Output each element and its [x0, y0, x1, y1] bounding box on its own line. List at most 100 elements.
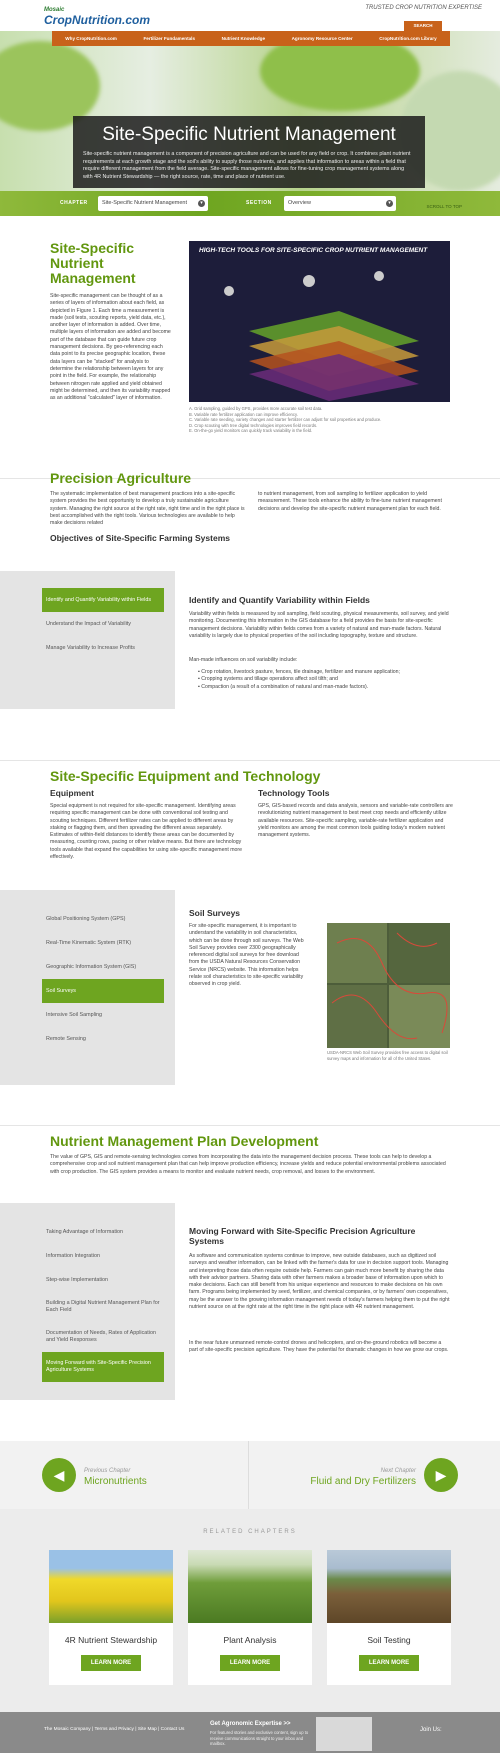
list-item-text: Compaction (a result of a combination of…: [201, 683, 369, 690]
related-card[interactable]: Plant Analysis LEARN MORE: [188, 1550, 312, 1685]
section-title: Precision Agriculture: [50, 470, 192, 486]
prev-chapter-link[interactable]: Micronutrients: [84, 1476, 147, 1487]
tab-moving-forward[interactable]: Moving Forward with Site-Specific Precis…: [42, 1352, 164, 1382]
hero-box: Site-Specific Nutrient Management Site-s…: [73, 116, 425, 188]
corn-image: [188, 1550, 312, 1623]
nav-item[interactable]: Agronomy Resource Center: [292, 36, 353, 41]
learn-more-button[interactable]: LEARN MORE: [220, 1655, 280, 1671]
panel-text: Variability within fields is measured by…: [189, 611, 449, 639]
tab-understand[interactable]: Understand the Impact of Variability: [42, 612, 164, 636]
tab-rtk[interactable]: Real-Time Kinematic System (RTK): [42, 931, 164, 955]
divider: [248, 1441, 249, 1509]
equipment-tabs: Global Positioning System (GPS) Real-Tim…: [0, 890, 175, 1085]
footer-links[interactable]: The Mosaic Company | Terms and Privacy |…: [44, 1727, 184, 1732]
panel-title: Moving Forward with Site-Specific Precis…: [189, 1226, 416, 1246]
caption-line: E. On-the-go yield monitors can quickly …: [189, 428, 313, 433]
learn-more-button[interactable]: LEARN MORE: [81, 1655, 141, 1671]
panel-text-2: In the near future unmanned remote-contr…: [189, 1340, 449, 1354]
section-value: Overview: [288, 200, 311, 206]
layers-illustration: [224, 271, 419, 401]
tab-documentation[interactable]: Documentation of Needs, Rates of Applica…: [42, 1322, 164, 1352]
chevron-down-icon: ▾: [198, 200, 205, 207]
objectives-tabs: Identify and Quantify Variability within…: [0, 571, 175, 709]
tab-identify[interactable]: Identify and Quantify Variability within…: [42, 588, 164, 612]
join-label: Join Us:: [420, 1727, 442, 1733]
list-item-text: Cropping systems and tillage operations …: [201, 676, 338, 683]
panel-text: As software and communication systems co…: [189, 1253, 450, 1311]
canola-image: [49, 1550, 173, 1623]
equipment-text: Special equipment is not required for si…: [50, 803, 243, 861]
soil-survey-map: [327, 923, 450, 1048]
hero-text: Site-specific nutrient management is a c…: [83, 151, 411, 180]
card-title: Plant Analysis: [223, 1635, 277, 1645]
related-title: RELATED CHAPTERS: [203, 1529, 297, 1535]
equipment-section: Site-Specific Equipment and Technology E…: [0, 743, 500, 1108]
chapter-select[interactable]: Site-Specific Nutrient Management ▾: [98, 196, 208, 211]
prev-arrow-icon[interactable]: ◀: [42, 1458, 76, 1492]
next-arrow-icon[interactable]: ▶: [424, 1458, 458, 1492]
nav-item[interactable]: Why CropNutrition.com: [65, 36, 117, 41]
next-label: Next Chapter: [380, 1468, 416, 1474]
learn-more-button[interactable]: LEARN MORE: [359, 1655, 419, 1671]
panel-title: Identify and Quantify Variability within…: [189, 595, 370, 605]
objectives-title: Objectives of Site-Specific Farming Syst…: [50, 533, 230, 543]
influence-list: ▪ Crop rotation, livestock pasture, fenc…: [198, 669, 452, 691]
related-chapters: RELATED CHAPTERS 4R Nutrient Stewardship…: [0, 1509, 500, 1712]
list-item: ▪ Compaction (a result of a combination …: [198, 683, 369, 690]
card-title: Soil Testing: [367, 1635, 411, 1645]
tab-digital-plan[interactable]: Building a Digital Nutrient Management P…: [42, 1292, 164, 1322]
tab-integration[interactable]: Information Integration: [42, 1244, 164, 1268]
tab-remote-sensing[interactable]: Remote Sensing: [42, 1027, 164, 1051]
related-card[interactable]: 4R Nutrient Stewardship LEARN MORE: [49, 1550, 173, 1685]
related-card[interactable]: Soil Testing LEARN MORE: [327, 1550, 451, 1685]
chapter-value: Site-Specific Nutrient Management: [102, 200, 187, 206]
tab-taking-advantage[interactable]: Taking Advantage of Information: [42, 1220, 164, 1244]
page-title: Site-Specific Nutrient Management: [102, 124, 396, 145]
list-item: ▪ Crop rotation, livestock pasture, fenc…: [198, 669, 400, 675]
nav-item[interactable]: CropNutrition.com Library: [379, 36, 436, 41]
prev-label: Previous Chapter: [84, 1468, 131, 1474]
logo[interactable]: Mosaic CropNutrition.com: [44, 7, 150, 27]
tagline: TRUSTED CROP NUTRITION EXPERTISE: [365, 5, 482, 11]
cta-link[interactable]: Get Agronomic Expertise >>: [210, 1721, 290, 1727]
card-title: 4R Nutrient Stewardship: [64, 1635, 158, 1645]
intro-text: Site-specific management can be thought …: [50, 293, 171, 402]
soil-image: [327, 1550, 451, 1623]
magazine-thumbnail: [316, 1717, 372, 1751]
list-item: ▪ Cropping systems and tillage operation…: [198, 676, 338, 683]
section-label: SECTION: [246, 200, 272, 206]
next-chapter-link[interactable]: Fluid and Dry Fertilizers: [310, 1476, 416, 1487]
panel-subtext: Man-made influences on soil variability …: [189, 657, 298, 663]
section-title: Site-Specific Nutrient Management: [50, 240, 136, 286]
panel-text: For site-specific management, it is impo…: [189, 923, 304, 988]
cta-text: For featured stories and exclusive conte…: [210, 1730, 309, 1746]
tab-stepwise[interactable]: Step-wise Implementation: [42, 1268, 164, 1292]
chapter-nav: ◀ Previous Chapter Micronutrients Next C…: [0, 1441, 500, 1509]
map-caption: USDA-NRCS Web Soil Survey provides free …: [327, 1050, 448, 1061]
plan-tabs: Taking Advantage of Information Informat…: [0, 1203, 175, 1400]
chapter-label: CHAPTER: [60, 200, 88, 206]
hero: Site-Specific Nutrient Management Site-s…: [0, 31, 500, 191]
figure-title: HIGH-TECH TOOLS FOR SITE-SPECIFIC CROP N…: [199, 247, 428, 254]
figure-1: HIGH-TECH TOOLS FOR SITE-SPECIFIC CROP N…: [189, 241, 450, 402]
section-select[interactable]: Overview ▾: [284, 196, 396, 211]
list-item-text: Crop rotation, livestock pasture, fences…: [201, 669, 400, 675]
panel-title: Soil Surveys: [189, 908, 241, 918]
footer: The Mosaic Company | Terms and Privacy |…: [0, 1712, 500, 1753]
tab-manage[interactable]: Manage Variability to Increase Profits: [42, 636, 164, 660]
scroll-to-top[interactable]: SCROLL TO TOP: [426, 204, 462, 209]
equipment-title: Equipment: [50, 788, 94, 798]
nav-item[interactable]: Fertilizer Fundamentals: [143, 36, 195, 41]
tab-soil-surveys[interactable]: Soil Surveys: [42, 979, 164, 1003]
tab-gps[interactable]: Global Positioning System (GPS): [42, 907, 164, 931]
chapter-bar: CHAPTER Site-Specific Nutrient Managemen…: [0, 191, 500, 216]
top-bar: Mosaic CropNutrition.com TRUSTED CROP NUT…: [0, 0, 500, 31]
plan-section: Nutrient Management Plan Development The…: [0, 1108, 500, 1424]
chevron-down-icon: ▾: [386, 200, 393, 207]
tab-gis[interactable]: Geographic Information System (GIS): [42, 955, 164, 979]
main-nav: Why CropNutrition.com Fertilizer Fundame…: [52, 31, 450, 46]
precision-text-col1: The systematic implementation of best ma…: [50, 491, 245, 527]
search-button[interactable]: SEARCH: [404, 21, 442, 31]
tab-soil-sampling[interactable]: Intensive Soil Sampling: [42, 1003, 164, 1027]
nav-item[interactable]: Nutrient Knowledge: [222, 36, 265, 41]
